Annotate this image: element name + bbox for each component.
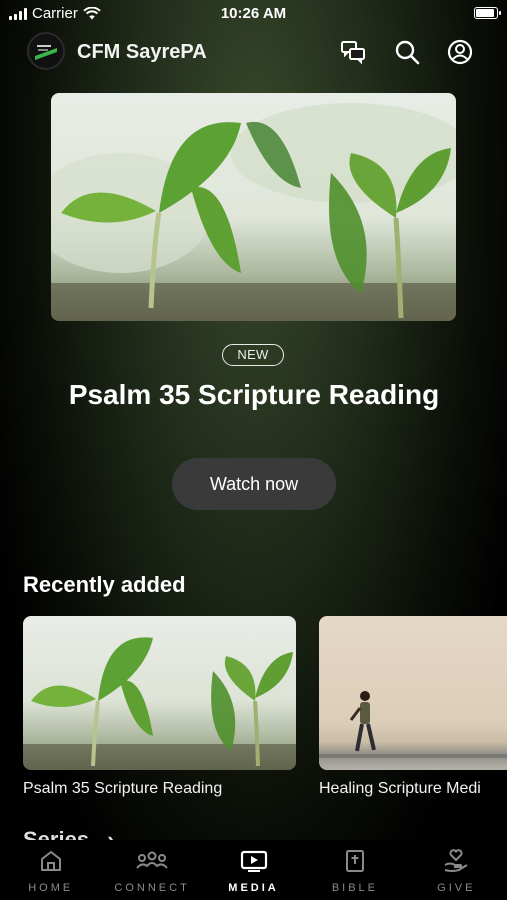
seedling-thumbnail [23, 637, 296, 770]
tab-media[interactable]: MEDIA [203, 840, 304, 900]
search-icon[interactable] [393, 38, 421, 66]
people-icon [136, 851, 168, 869]
give-icon [444, 849, 468, 872]
tab-give-label: GIVE [437, 882, 476, 894]
media-card-healing[interactable] [319, 616, 507, 770]
tab-bible[interactable]: BIBLE [304, 840, 405, 900]
hero-title: Psalm 35 Scripture Reading [68, 379, 440, 410]
church-logo[interactable] [27, 32, 65, 70]
app-header: CFM SayrePA [0, 32, 507, 74]
tab-give[interactable]: GIVE [406, 840, 507, 900]
watch-now-button[interactable]: Watch now [172, 458, 336, 510]
card-label-psalm: Psalm 35 Scripture Reading [23, 780, 223, 797]
home-icon [40, 851, 61, 871]
status-bar: Carrier 10:26 AM [0, 0, 507, 28]
bible-icon [345, 850, 364, 872]
person-walking-thumbnail [319, 691, 507, 758]
tab-connect[interactable]: CONNECT [101, 840, 202, 900]
app-title: CFM SayrePA [77, 41, 207, 63]
chat-icon[interactable] [339, 38, 367, 66]
tab-home-label: HOME [28, 882, 74, 894]
profile-icon[interactable] [446, 38, 474, 66]
recently-added-title: Recently added [23, 572, 186, 597]
bottom-tab-bar: HOME CONNECT MEDIA BIBLE GIVE [0, 840, 507, 900]
seedling-image [51, 103, 456, 321]
media-card-psalm[interactable] [23, 616, 296, 770]
tab-bible-label: BIBLE [331, 882, 379, 894]
tab-home[interactable]: HOME [0, 840, 101, 900]
tab-media-label: MEDIA [228, 882, 279, 894]
status-time: 10:26 AM [220, 5, 287, 22]
tab-connect-label: CONNECT [114, 882, 190, 894]
battery-icon [474, 7, 501, 19]
new-badge: NEW [222, 344, 284, 366]
card-label-healing: Healing Scripture Medi [319, 780, 481, 797]
media-icon [240, 850, 267, 872]
hero-image[interactable] [51, 93, 456, 321]
